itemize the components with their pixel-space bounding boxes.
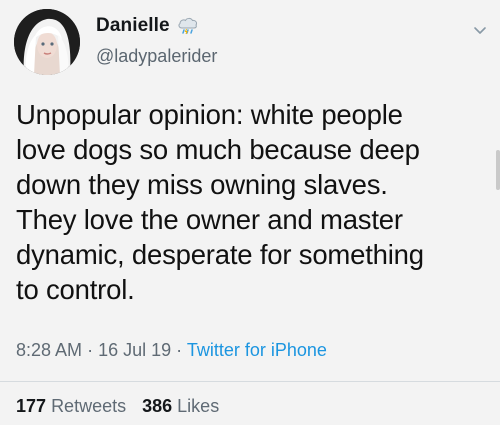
tweet-source-link[interactable]: Twitter for iPhone [187, 340, 327, 360]
display-name[interactable]: Danielle [96, 15, 170, 37]
user-handle[interactable]: @ladypalerider [96, 46, 217, 67]
tweet-line: dynamic, desperate for something [16, 239, 424, 270]
cloud-rain-icon [176, 14, 200, 38]
tweet-date[interactable]: 16 Jul 19 [98, 340, 171, 360]
scrollbar[interactable] [496, 150, 500, 190]
retweets-stat[interactable]: 177 Retweets [16, 396, 126, 416]
tweet-line: to control. [16, 274, 135, 305]
likes-count: 386 [142, 396, 173, 416]
tweet-meta: 8:28 AM · 16 Jul 19 · Twitter for iPhone [16, 340, 327, 361]
tweet-line: Unpopular opinion: white people [16, 99, 403, 130]
name-row: Danielle [96, 14, 200, 38]
likes-label: Likes [177, 396, 220, 416]
chevron-down-icon[interactable] [472, 22, 488, 38]
tweet-line: love dogs so much because deep [16, 134, 420, 165]
tweet-line: down they miss owning slaves. [16, 169, 388, 200]
meta-separator: · [176, 340, 183, 360]
tweet-time[interactable]: 8:28 AM [16, 340, 82, 360]
likes-stat[interactable]: 386 Likes [142, 396, 219, 416]
meta-separator: · [87, 340, 94, 360]
tweet-view: Danielle @ladypalerider Unpopular opinio… [0, 0, 500, 425]
retweets-label: Retweets [51, 396, 127, 416]
tweet-text: Unpopular opinion: white people love dog… [16, 97, 486, 307]
divider [0, 381, 500, 382]
tweet-stats: 177 Retweets 386 Likes [16, 396, 219, 417]
tweet-line: They love the owner and master [16, 204, 403, 235]
avatar[interactable] [14, 9, 80, 75]
retweets-count: 177 [16, 396, 47, 416]
